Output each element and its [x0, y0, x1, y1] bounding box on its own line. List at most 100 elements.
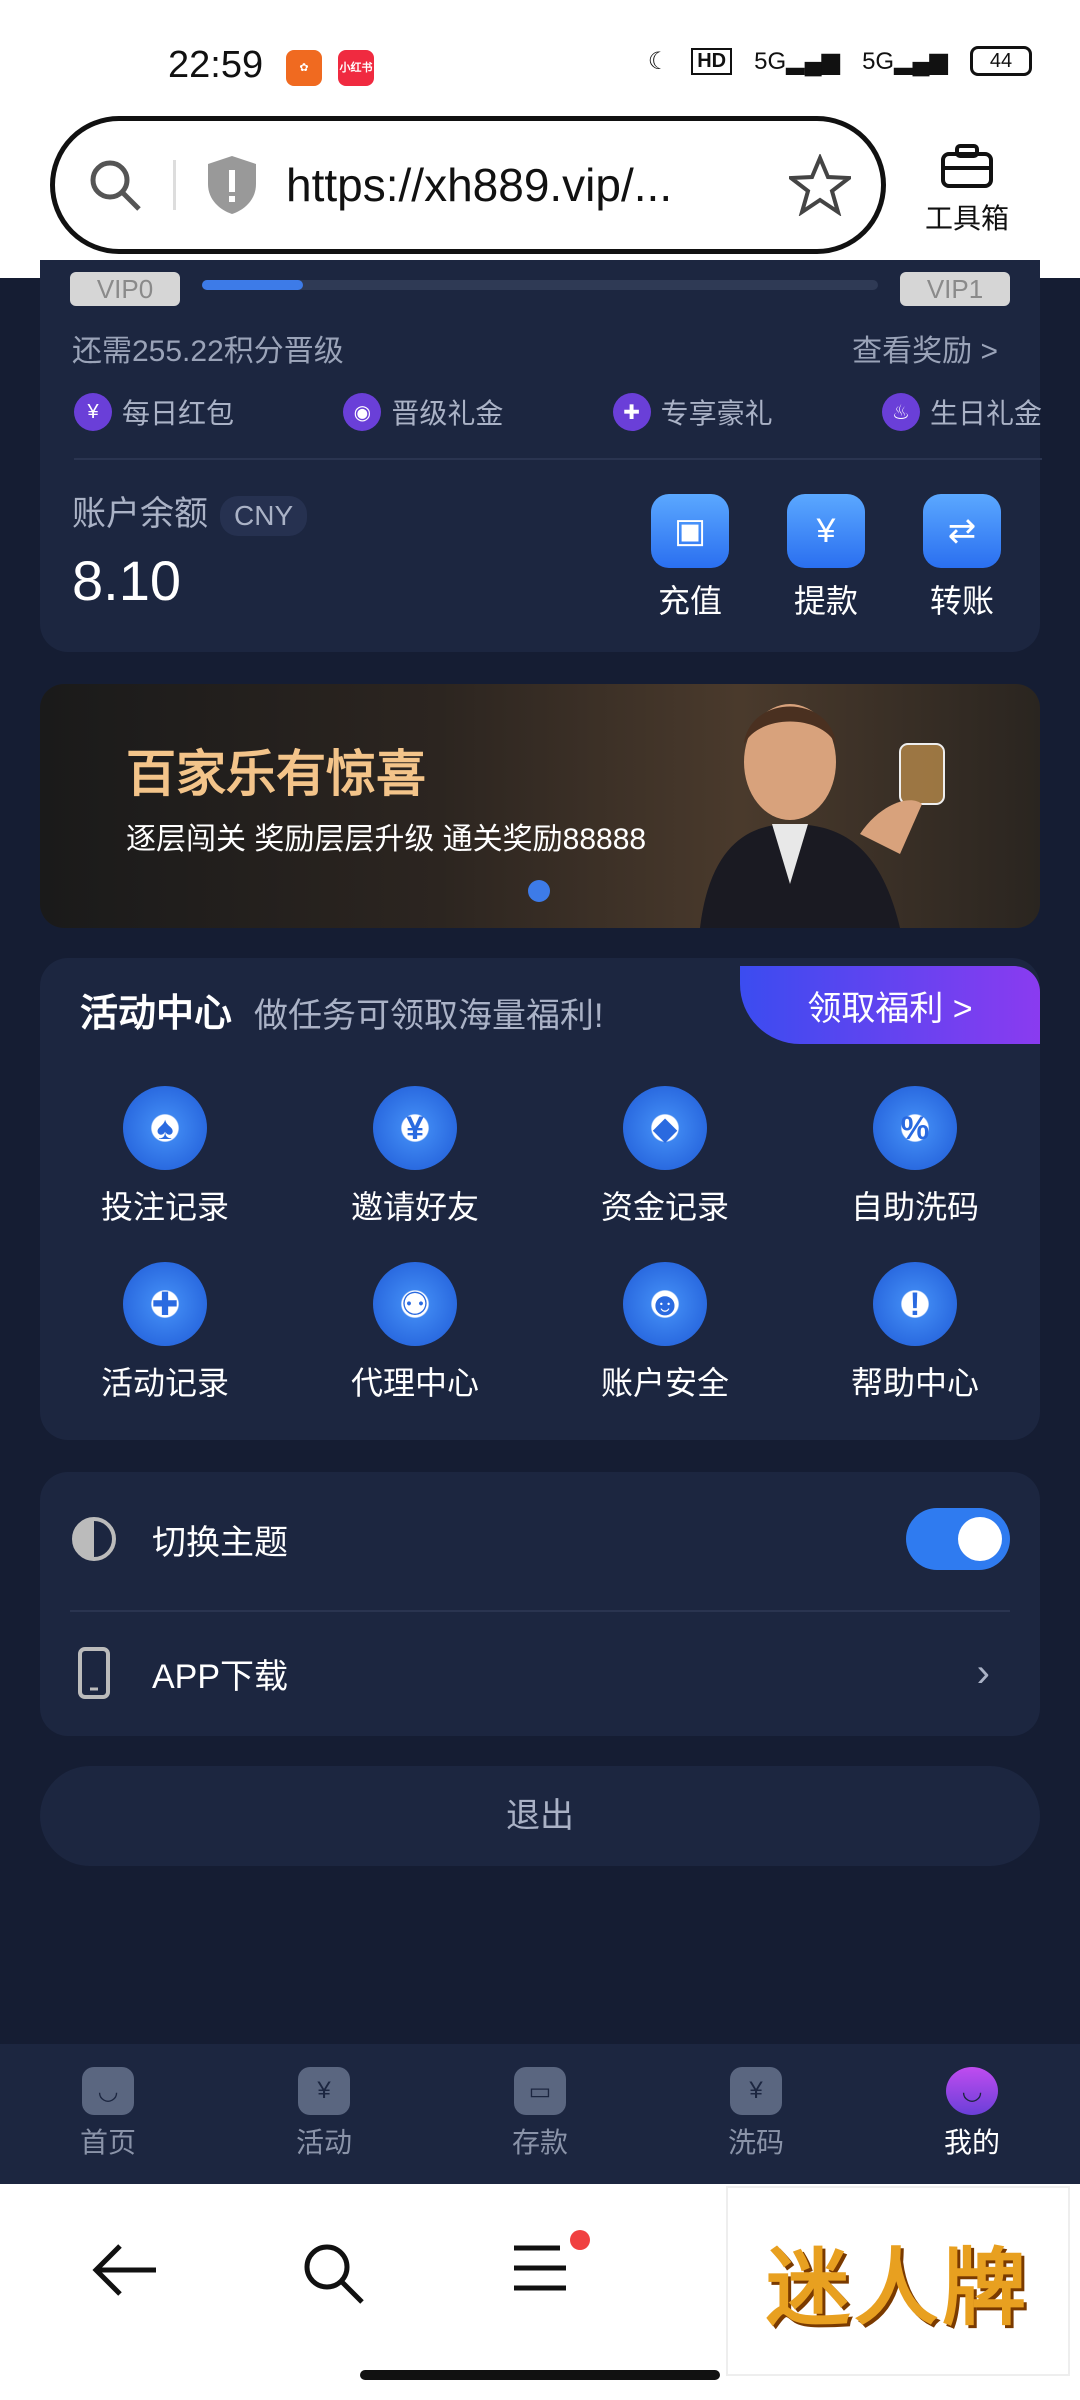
fund-records-item[interactable]: ◆ 资金记录 [540, 1086, 790, 1228]
calendar-icon: ◆ [623, 1086, 707, 1170]
phone-icon [78, 1647, 110, 1699]
vip-current-badge: VIP0 [70, 272, 180, 306]
theme-toggle[interactable] [906, 1508, 1010, 1570]
app-download-label: APP下载 [152, 1657, 289, 1696]
browser-address-bar: https://xh889.vip/... 工具箱 [0, 112, 1080, 278]
view-rewards-link[interactable]: 查看奖励 > [852, 326, 998, 370]
status-bar: 22:59 ✿ 小红书 ☾ HD 5G▂▄▆ 5G▂▄▆ 44 [0, 0, 1080, 112]
balance-actions: ▣ 充值 ¥ 提款 ⇄ 转账 [648, 494, 1004, 622]
promo-overlay-logo[interactable]: 迷人牌 [726, 2186, 1070, 2376]
vip-next-badge: VIP1 [900, 272, 1010, 306]
percent-chip-icon: % [873, 1086, 957, 1170]
nav-activity[interactable]: ¥ 活动 [264, 2067, 384, 2161]
grid-label: 账户安全 [600, 1365, 729, 1401]
hd-icon: HD [691, 47, 733, 75]
settings-card: 切换主题 APP下载 › [40, 1472, 1040, 1736]
perk-label: 生日礼金 [929, 398, 1042, 429]
perk-label: 晋级礼金 [391, 398, 504, 429]
nav-mine[interactable]: ◡ 我的 [912, 2067, 1032, 2161]
cash-icon: ◉ [343, 393, 382, 431]
nav-deposit[interactable]: ▭ 存款 [480, 2067, 600, 2161]
promo-banner[interactable]: 百家乐有惊喜 逐层闯关 奖励层层升级 通关奖励88888 [40, 684, 1040, 928]
nav-rebate[interactable]: ¥ 洗码 [696, 2067, 816, 2161]
coin-hand-icon: ¥ [730, 2067, 782, 2115]
logout-button[interactable]: 退出 [40, 1766, 1040, 1866]
battery-icon: 44 [970, 46, 1032, 76]
search-icon[interactable] [85, 155, 145, 215]
activity-center-card: 活动中心 做任务可领取海量福利! 领取福利 > ♠ 投注记录 ¥ 邀请好友 ◆ 资金记… [40, 958, 1040, 1440]
account-security-item[interactable]: ☻ 账户安全 [540, 1262, 790, 1404]
activity-records-item[interactable]: ✚ 活动记录 [40, 1262, 290, 1404]
hand-coin-icon: ¥ [373, 1086, 457, 1170]
signal-icon: 5G▂▄▆ [754, 47, 841, 75]
help-center-item[interactable]: ! 帮助中心 [790, 1262, 1040, 1404]
account-card: VIP0 VIP1 还需255.22积分晋级 查看奖励 > ¥ 每日红包 ◉ 晋级礼… [40, 260, 1042, 652]
transfer-button[interactable]: ⇄ 转账 [920, 494, 1004, 622]
perk-promotion-bonus[interactable]: ◉ 晋级礼金 [343, 392, 503, 432]
activity-title: 活动中心 [80, 982, 233, 1043]
xiaohongshu-app-icon: 小红书 [338, 50, 374, 86]
bottom-nav: ◡ 首页 ¥ 活动 ▭ 存款 ¥ 洗码 ◡ 我的 [0, 2044, 1080, 2184]
toggle-knob [958, 1517, 1002, 1561]
perk-exclusive-gift[interactable]: ✚ 专享豪礼 [612, 392, 773, 432]
theme-label: 切换主题 [152, 1523, 288, 1562]
nav-label: 首页 [79, 2127, 136, 2158]
activity-subtitle: 做任务可领取海量福利! [254, 997, 604, 1035]
gift-icon: ✚ [612, 393, 651, 431]
perk-label: 每日红包 [122, 398, 235, 429]
deposit-button[interactable]: ▣ 充值 [648, 494, 732, 622]
agent-center-item[interactable]: ⚇ 代理中心 [290, 1262, 540, 1404]
grid-label: 邀请好友 [350, 1189, 479, 1225]
carousel-dot[interactable] [528, 880, 550, 902]
url-box[interactable]: https://xh889.vip/... [50, 116, 886, 254]
withdraw-button[interactable]: ¥ 提款 [784, 494, 868, 622]
nav-home[interactable]: ◡ 首页 [48, 2067, 168, 2161]
poker-chip-icon: ♠ [123, 1086, 207, 1170]
nav-label: 存款 [511, 2127, 568, 2158]
banner-title: 百家乐有惊喜 [126, 746, 426, 802]
toolbox-icon [941, 144, 993, 188]
self-rebate-item[interactable]: % 自助洗码 [790, 1086, 1040, 1228]
perk-birthday-bonus[interactable]: ♨ 生日礼金 [881, 392, 1042, 432]
invite-friends-item[interactable]: ¥ 邀请好友 [290, 1086, 540, 1228]
star-icon[interactable] [789, 154, 851, 216]
toolbox-button[interactable]: 工具箱 [922, 142, 1012, 237]
nav-label: 洗码 [727, 2127, 784, 2158]
grid-label: 活动记录 [100, 1365, 229, 1401]
perk-daily-redpacket[interactable]: ¥ 每日红包 [74, 392, 234, 432]
perks-row: ¥ 每日红包 ◉ 晋级礼金 ✚ 专享豪礼 ♨ 生日礼金 [74, 392, 1042, 460]
withdraw-label: 提款 [793, 583, 858, 619]
signal-icon-2: 5G▂▄▆ [862, 47, 948, 75]
vip-progress-bar [202, 280, 878, 290]
home-indicator[interactable] [360, 2370, 720, 2380]
user-icon: ◡ [946, 2067, 998, 2115]
activity-grid: ♠ 投注记录 ¥ 邀请好友 ◆ 资金记录 % 自助洗码 ✚ 活动记录 ⚇ 代理中心 ☻ 账户安… [40, 1086, 1040, 1404]
bet-records-item[interactable]: ♠ 投注记录 [40, 1086, 290, 1228]
cake-icon: ♨ [881, 393, 920, 431]
home-icon: ◡ [82, 2067, 134, 2115]
theme-row[interactable]: 切换主题 [70, 1508, 1010, 1570]
url-text[interactable]: https://xh889.vip/... [286, 158, 789, 212]
grid-label: 投注记录 [100, 1189, 229, 1225]
nav-label: 活动 [295, 2127, 352, 2158]
search-icon[interactable] [300, 2240, 366, 2306]
transfer-label: 转账 [929, 583, 994, 619]
status-time: 22:59 [168, 44, 264, 86]
menu-icon[interactable] [510, 2240, 570, 2296]
settings-divider [70, 1610, 1010, 1612]
banner-man-image [700, 704, 945, 928]
transfer-icon: ⇄ [923, 494, 1001, 568]
yuan-icon: ¥ [787, 494, 865, 568]
shield-icon[interactable] [204, 154, 260, 216]
network-type-1: 5G [754, 47, 787, 75]
banner-subtitle: 逐层闯关 奖励层层升级 通关奖励88888 [126, 823, 647, 856]
kuaishou-app-icon: ✿ [286, 50, 322, 86]
status-icons: ☾ HD 5G▂▄▆ 5G▂▄▆ 44 [648, 46, 1032, 76]
contrast-icon [72, 1517, 116, 1561]
back-arrow-icon[interactable] [90, 2240, 160, 2300]
balance-label-text: 账户余额 [72, 495, 208, 533]
claim-benefits-button[interactable]: 领取福利 > [740, 966, 1040, 1044]
app-download-row[interactable]: APP下载 › [70, 1642, 1010, 1704]
toolbox-label: 工具箱 [924, 203, 1009, 234]
ticket-icon: ¥ [298, 2067, 350, 2115]
